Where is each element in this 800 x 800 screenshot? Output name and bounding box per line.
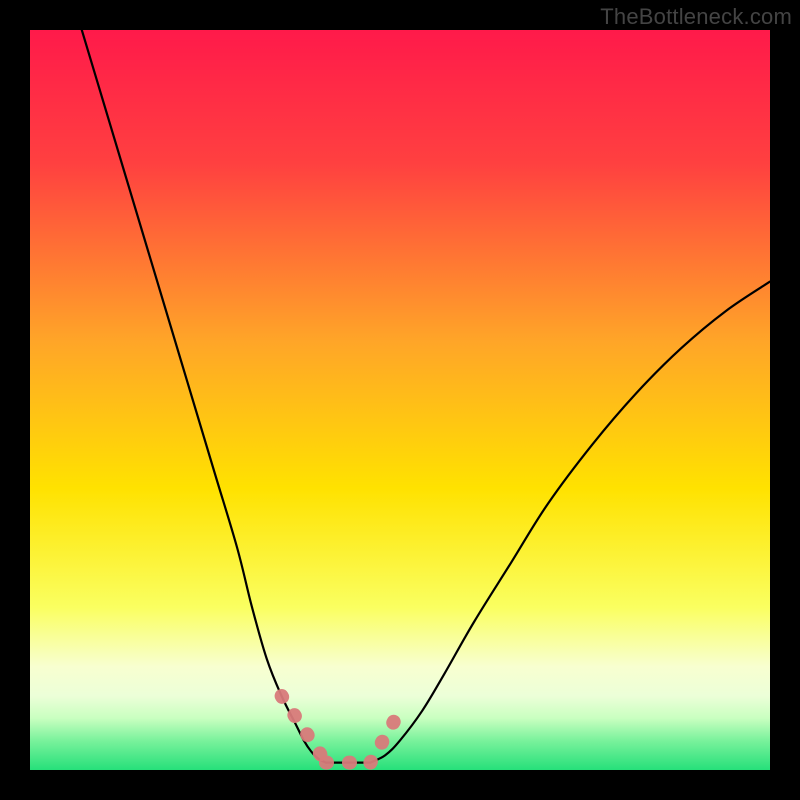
- plot-area: [30, 30, 770, 770]
- watermark-text: TheBottleneck.com: [600, 4, 792, 30]
- chart-frame: TheBottleneck.com: [0, 0, 800, 800]
- gradient-background: [30, 30, 770, 770]
- chart-svg: [30, 30, 770, 770]
